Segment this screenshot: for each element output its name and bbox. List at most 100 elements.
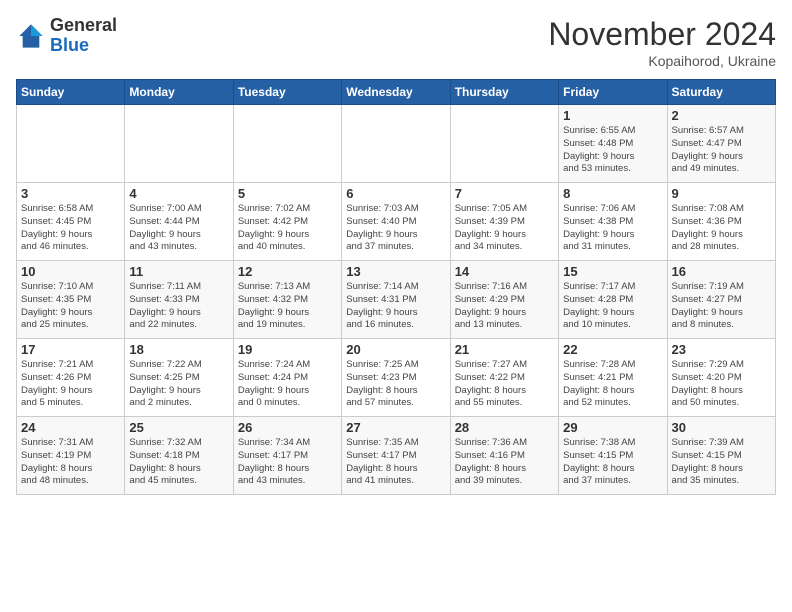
day-detail: Sunrise: 7:05 AM Sunset: 4:39 PM Dayligh… (455, 203, 554, 254)
day-detail: Sunrise: 7:06 AM Sunset: 4:38 PM Dayligh… (563, 203, 662, 254)
calendar-cell: 3Sunrise: 6:58 AM Sunset: 4:45 PM Daylig… (17, 183, 125, 261)
day-number: 1 (563, 108, 662, 123)
calendar-cell: 9 Sunrise: 7:08 AM Sunset: 4:36 PM Daylig… (667, 183, 775, 261)
month-title: November 2024 (548, 16, 776, 53)
day-detail: Sunrise: 7:36 AM Sunset: 4:16 PM Dayligh… (455, 437, 554, 488)
day-number: 5 (238, 186, 337, 201)
calendar-cell: 26 Sunrise: 7:34 AM Sunset: 4:17 PM Dayli… (233, 417, 341, 495)
day-number: 14 (455, 264, 554, 279)
day-number: 28 (455, 420, 554, 435)
calendar-cell: 10 Sunrise: 7:10 AM Sunset: 4:35 PM Dayli… (17, 261, 125, 339)
week-row-4: 17Sunrise: 7:21 AM Sunset: 4:26 PM Dayli… (17, 339, 776, 417)
calendar-table: SundayMondayTuesdayWednesdayThursdayFrid… (16, 79, 776, 495)
day-detail: Sunrise: 7:39 AM Sunset: 4:15 PM Dayligh… (672, 437, 771, 488)
day-number: 9 (672, 186, 771, 201)
day-number: 2 (672, 108, 771, 123)
calendar-cell: 5 Sunrise: 7:02 AM Sunset: 4:42 PM Daylig… (233, 183, 341, 261)
logo-text: General Blue (50, 16, 117, 56)
calendar-cell: 22Sunrise: 7:28 AM Sunset: 4:21 PM Dayli… (559, 339, 667, 417)
day-number: 6 (346, 186, 445, 201)
day-detail: Sunrise: 7:08 AM Sunset: 4:36 PM Dayligh… (672, 203, 771, 254)
logo-icon (16, 21, 46, 51)
calendar-cell: 17Sunrise: 7:21 AM Sunset: 4:26 PM Dayli… (17, 339, 125, 417)
calendar-cell: 12Sunrise: 7:13 AM Sunset: 4:32 PM Dayli… (233, 261, 341, 339)
calendar-cell: 4Sunrise: 7:00 AM Sunset: 4:44 PM Daylig… (125, 183, 233, 261)
col-header-tuesday: Tuesday (233, 80, 341, 105)
day-number: 7 (455, 186, 554, 201)
day-number: 29 (563, 420, 662, 435)
day-detail: Sunrise: 7:25 AM Sunset: 4:23 PM Dayligh… (346, 359, 445, 410)
day-number: 18 (129, 342, 228, 357)
day-detail: Sunrise: 7:32 AM Sunset: 4:18 PM Dayligh… (129, 437, 228, 488)
day-number: 15 (563, 264, 662, 279)
calendar-cell: 8 Sunrise: 7:06 AM Sunset: 4:38 PM Daylig… (559, 183, 667, 261)
week-row-2: 3Sunrise: 6:58 AM Sunset: 4:45 PM Daylig… (17, 183, 776, 261)
location-subtitle: Kopaihorod, Ukraine (548, 53, 776, 69)
week-row-3: 10 Sunrise: 7:10 AM Sunset: 4:35 PM Dayli… (17, 261, 776, 339)
day-detail: Sunrise: 7:35 AM Sunset: 4:17 PM Dayligh… (346, 437, 445, 488)
day-detail: Sunrise: 7:22 AM Sunset: 4:25 PM Dayligh… (129, 359, 228, 410)
day-detail: Sunrise: 7:31 AM Sunset: 4:19 PM Dayligh… (21, 437, 120, 488)
day-number: 27 (346, 420, 445, 435)
day-number: 11 (129, 264, 228, 279)
day-number: 8 (563, 186, 662, 201)
week-row-1: 1Sunrise: 6:55 AM Sunset: 4:48 PM Daylig… (17, 105, 776, 183)
calendar-cell: 6 Sunrise: 7:03 AM Sunset: 4:40 PM Daylig… (342, 183, 450, 261)
day-detail: Sunrise: 7:19 AM Sunset: 4:27 PM Dayligh… (672, 281, 771, 332)
calendar-cell: 18 Sunrise: 7:22 AM Sunset: 4:25 PM Dayli… (125, 339, 233, 417)
col-header-friday: Friday (559, 80, 667, 105)
calendar-cell (17, 105, 125, 183)
title-section: November 2024 Kopaihorod, Ukraine (548, 16, 776, 69)
day-number: 26 (238, 420, 337, 435)
day-detail: Sunrise: 7:02 AM Sunset: 4:42 PM Dayligh… (238, 203, 337, 254)
calendar-cell: 11 Sunrise: 7:11 AM Sunset: 4:33 PM Dayli… (125, 261, 233, 339)
logo-blue: Blue (50, 35, 89, 55)
day-number: 4 (129, 186, 228, 201)
calendar-cell: 15 Sunrise: 7:17 AM Sunset: 4:28 PM Dayli… (559, 261, 667, 339)
day-number: 12 (238, 264, 337, 279)
calendar-cell: 7 Sunrise: 7:05 AM Sunset: 4:39 PM Daylig… (450, 183, 558, 261)
calendar-cell: 2 Sunrise: 6:57 AM Sunset: 4:47 PM Daylig… (667, 105, 775, 183)
day-number: 3 (21, 186, 120, 201)
day-number: 23 (672, 342, 771, 357)
day-detail: Sunrise: 7:24 AM Sunset: 4:24 PM Dayligh… (238, 359, 337, 410)
calendar-cell (125, 105, 233, 183)
calendar-cell: 21 Sunrise: 7:27 AM Sunset: 4:22 PM Dayli… (450, 339, 558, 417)
calendar-cell: 25 Sunrise: 7:32 AM Sunset: 4:18 PM Dayli… (125, 417, 233, 495)
col-header-saturday: Saturday (667, 80, 775, 105)
week-row-5: 24 Sunrise: 7:31 AM Sunset: 4:19 PM Dayli… (17, 417, 776, 495)
calendar-cell (450, 105, 558, 183)
day-detail: Sunrise: 7:11 AM Sunset: 4:33 PM Dayligh… (129, 281, 228, 332)
calendar-cell: 13 Sunrise: 7:14 AM Sunset: 4:31 PM Dayli… (342, 261, 450, 339)
calendar-cell: 30Sunrise: 7:39 AM Sunset: 4:15 PM Dayli… (667, 417, 775, 495)
calendar-cell: 28 Sunrise: 7:36 AM Sunset: 4:16 PM Dayli… (450, 417, 558, 495)
logo: General Blue (16, 16, 117, 56)
calendar-cell: 29Sunrise: 7:38 AM Sunset: 4:15 PM Dayli… (559, 417, 667, 495)
day-detail: Sunrise: 7:29 AM Sunset: 4:20 PM Dayligh… (672, 359, 771, 410)
calendar-cell (342, 105, 450, 183)
logo-general: General (50, 15, 117, 35)
calendar-cell: 23 Sunrise: 7:29 AM Sunset: 4:20 PM Dayli… (667, 339, 775, 417)
day-detail: Sunrise: 7:03 AM Sunset: 4:40 PM Dayligh… (346, 203, 445, 254)
header: General Blue November 2024 Kopaihorod, U… (16, 16, 776, 69)
day-number: 25 (129, 420, 228, 435)
day-number: 13 (346, 264, 445, 279)
day-number: 21 (455, 342, 554, 357)
calendar-cell: 14Sunrise: 7:16 AM Sunset: 4:29 PM Dayli… (450, 261, 558, 339)
day-detail: Sunrise: 7:27 AM Sunset: 4:22 PM Dayligh… (455, 359, 554, 410)
calendar-cell: 20Sunrise: 7:25 AM Sunset: 4:23 PM Dayli… (342, 339, 450, 417)
day-number: 17 (21, 342, 120, 357)
day-detail: Sunrise: 7:10 AM Sunset: 4:35 PM Dayligh… (21, 281, 120, 332)
day-detail: Sunrise: 6:57 AM Sunset: 4:47 PM Dayligh… (672, 125, 771, 176)
day-detail: Sunrise: 7:17 AM Sunset: 4:28 PM Dayligh… (563, 281, 662, 332)
day-number: 10 (21, 264, 120, 279)
calendar-cell: 19 Sunrise: 7:24 AM Sunset: 4:24 PM Dayli… (233, 339, 341, 417)
calendar-cell (233, 105, 341, 183)
day-detail: Sunrise: 7:34 AM Sunset: 4:17 PM Dayligh… (238, 437, 337, 488)
day-number: 24 (21, 420, 120, 435)
day-detail: Sunrise: 7:14 AM Sunset: 4:31 PM Dayligh… (346, 281, 445, 332)
day-detail: Sunrise: 7:28 AM Sunset: 4:21 PM Dayligh… (563, 359, 662, 410)
day-number: 19 (238, 342, 337, 357)
calendar-cell: 24 Sunrise: 7:31 AM Sunset: 4:19 PM Dayli… (17, 417, 125, 495)
page: General Blue November 2024 Kopaihorod, U… (0, 0, 792, 505)
